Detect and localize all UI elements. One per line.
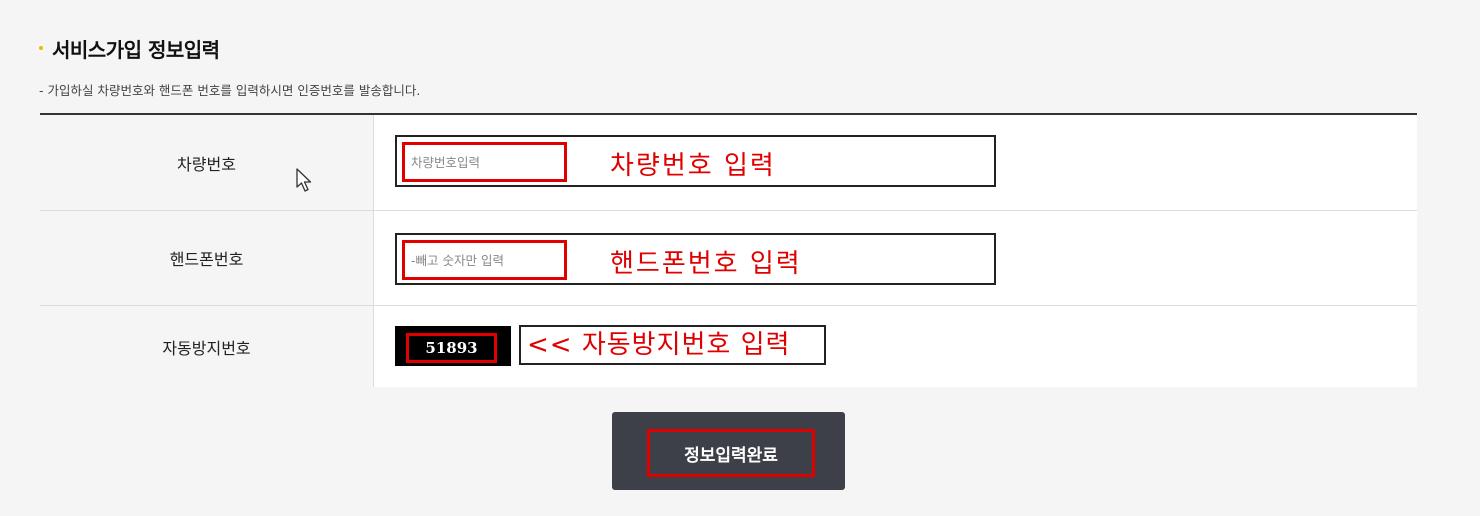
phone-number-annotation-box: 핸드폰번호 입력 xyxy=(395,233,996,285)
phone-number-label: 핸드폰번호 xyxy=(40,211,374,305)
phone-number-cell: 핸드폰번호 입력 xyxy=(374,211,1417,305)
section-description: - 가입하실 차량번호와 핸드폰 번호를 입력하시면 인증번호를 발송합니다. xyxy=(39,83,421,98)
title-bullet xyxy=(39,46,43,50)
vehicle-number-annotation-box: 차량번호 입력 xyxy=(395,135,996,187)
captcha-cell: 51893 << 자동방지번호 입력 xyxy=(374,306,1417,387)
signup-form-table: 차량번호 차량번호 입력 핸드폰번호 핸드폰번호 입력 자동방지번호 518 xyxy=(40,113,1417,387)
vehicle-number-cell: 차량번호 입력 xyxy=(374,115,1417,210)
form-row-vehicle-number: 차량번호 차량번호 입력 xyxy=(40,115,1417,211)
form-row-phone-number: 핸드폰번호 핸드폰번호 입력 xyxy=(40,211,1417,306)
captcha-image: 51893 xyxy=(395,326,511,366)
vehicle-number-input[interactable] xyxy=(405,154,564,170)
captcha-annotation: << 자동방지번호 입력 xyxy=(519,325,826,365)
submit-button-label: 정보입력완료 xyxy=(647,429,815,477)
captcha-label: 자동방지번호 xyxy=(40,306,374,387)
vehicle-number-annotation: 차량번호 입력 xyxy=(610,151,776,181)
vehicle-number-input-highlight xyxy=(402,142,567,182)
captcha-code: 51893 xyxy=(406,333,497,363)
phone-number-input[interactable] xyxy=(405,252,564,268)
section-title: 서비스가입 정보입력 xyxy=(52,38,220,62)
phone-number-annotation: 핸드폰번호 입력 xyxy=(610,249,802,279)
submit-button[interactable]: 정보입력완료 xyxy=(612,412,845,490)
vehicle-number-label: 차량번호 xyxy=(40,115,374,210)
phone-number-input-highlight xyxy=(402,240,567,280)
mouse-pointer-icon xyxy=(296,168,312,192)
form-row-captcha: 자동방지번호 51893 << 자동방지번호 입력 xyxy=(40,306,1417,387)
